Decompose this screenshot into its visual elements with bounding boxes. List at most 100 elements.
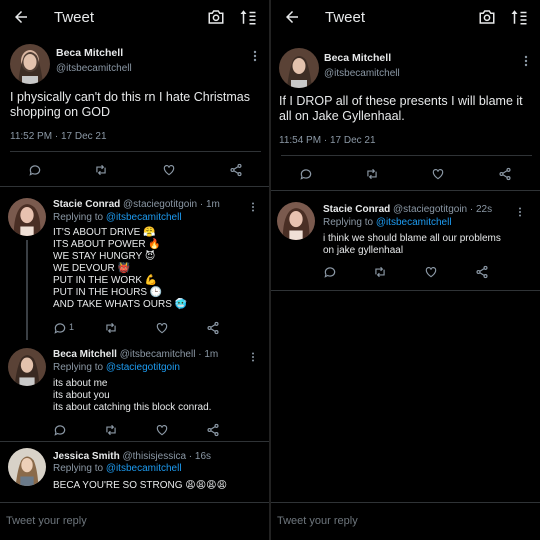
more-options-icon[interactable] (253, 50, 257, 62)
reply-actions (271, 262, 540, 282)
more-options-icon[interactable] (251, 352, 255, 362)
retweet-icon[interactable] (373, 265, 387, 279)
left-tweet-screen: Tweet Beca Mitchell @itsbecamitchell I p… (0, 0, 269, 540)
like-icon[interactable] (162, 163, 176, 177)
camera-icon[interactable] (207, 8, 225, 26)
share-icon[interactable] (229, 163, 243, 177)
retweet-icon[interactable] (365, 167, 379, 181)
like-icon[interactable] (424, 265, 438, 279)
divider (271, 290, 540, 291)
avatar[interactable] (279, 48, 319, 88)
reply-line: IT'S ABOUT DRIVE 😤 (53, 227, 156, 238)
author-handle[interactable]: @itsbecamitchell · 1m (120, 349, 219, 360)
reply-text: its about me its about you its about cat… (53, 378, 259, 414)
author-name[interactable]: Beca Mitchell (53, 349, 117, 360)
author-name[interactable]: Stacie Conrad (53, 199, 120, 210)
reply-text: BECA YOU'RE SO STRONG 😩😩😩😩 (53, 480, 259, 492)
reply-count: 1 (69, 322, 75, 332)
reply-line: AND TAKE WHATS OURS 🥶 (53, 299, 188, 310)
avatar[interactable] (8, 348, 46, 386)
tweet-text: I physically can't do this rn I hate Chr… (10, 90, 250, 119)
tweet-timestamp: 11:54 PM · 17 Dec 21 (279, 135, 376, 146)
mention-link[interactable]: @itsbecamitchell (376, 217, 452, 228)
tweet-actions (271, 164, 540, 184)
sort-icon[interactable] (510, 8, 528, 26)
page-title: Tweet (325, 9, 366, 26)
like-icon[interactable] (155, 321, 169, 335)
reply-icon[interactable] (53, 423, 67, 437)
camera-icon[interactable] (478, 8, 496, 26)
tweet-actions (0, 160, 269, 180)
reply-tweet[interactable]: Stacie Conrad @staciegotitgoin · 22s Rep… (271, 196, 540, 286)
reply-header: Stacie Conrad @staciegotitgoin · 1m (53, 199, 249, 210)
reply-text: i think we should blame all our problems… (323, 233, 530, 257)
share-icon[interactable] (206, 321, 220, 335)
more-options-icon[interactable] (251, 202, 255, 212)
tweet-text: If I DROP all of these presents I will b… (279, 94, 523, 123)
author-name[interactable]: Beca Mitchell (324, 52, 391, 64)
reply-input[interactable]: Tweet your reply (6, 515, 87, 527)
reply-input[interactable]: Tweet your reply (277, 515, 358, 527)
reply-line: WE STAY HUNGRY 😈 (53, 251, 156, 262)
avatar[interactable] (8, 448, 46, 486)
avatar[interactable] (277, 202, 315, 240)
author-name[interactable]: Beca Mitchell (56, 47, 123, 59)
reply-icon[interactable] (323, 265, 337, 279)
divider (10, 151, 261, 152)
mention-link[interactable]: @staciegotitgoin (106, 362, 180, 373)
retweet-icon[interactable] (94, 163, 108, 177)
reply-icon[interactable] (28, 163, 42, 177)
replying-to: Replying to @itsbecamitchell (53, 463, 182, 474)
reply-line: its about catching this block conrad. (53, 402, 212, 413)
avatar[interactable] (10, 44, 50, 84)
sort-icon[interactable] (239, 8, 257, 26)
reply-line: WE DEVOUR 👹 (53, 263, 130, 274)
replying-prefix: Replying to (53, 212, 106, 223)
author-handle[interactable]: @itsbecamitchell (56, 63, 132, 74)
reply-header: Jessica Smith @thisisjessica · 16s (53, 451, 249, 462)
author-name[interactable]: Jessica Smith (53, 451, 120, 462)
share-icon[interactable] (475, 265, 489, 279)
reply-icon[interactable] (53, 321, 67, 335)
compose-bar[interactable]: Tweet your reply (271, 502, 540, 540)
mention-link[interactable]: @itsbecamitchell (106, 212, 182, 223)
reply-tweet[interactable]: Jessica Smith @thisisjessica · 16s Reply… (0, 442, 269, 502)
author-name[interactable]: Stacie Conrad (323, 204, 390, 215)
reply-actions: 1 (0, 318, 269, 338)
like-icon[interactable] (431, 167, 445, 181)
reply-icon[interactable] (299, 167, 313, 181)
like-icon[interactable] (155, 423, 169, 437)
back-arrow-icon[interactable] (12, 8, 30, 26)
replying-prefix: Replying to (53, 362, 106, 373)
right-tweet-screen: Tweet Beca Mitchell @itsbecamitchell If … (271, 0, 540, 540)
reply-tweet[interactable]: Beca Mitchell @itsbecamitchell · 1m Repl… (0, 340, 269, 440)
divider (271, 190, 540, 191)
mention-link[interactable]: @itsbecamitchell (106, 463, 182, 474)
reply-tweet[interactable]: Stacie Conrad @staciegotitgoin · 1m Repl… (0, 190, 269, 345)
replying-to: Replying to @itsbecamitchell (323, 217, 452, 228)
page-title: Tweet (54, 9, 95, 26)
reply-line: ITS ABOUT POWER 🔥 (53, 239, 161, 250)
author-handle[interactable]: @itsbecamitchell (324, 68, 400, 79)
author-handle[interactable]: @thisisjessica · 16s (123, 451, 212, 462)
more-options-icon[interactable] (518, 207, 522, 217)
header: Tweet (0, 0, 269, 36)
retweet-icon[interactable] (104, 423, 118, 437)
replying-to: Replying to @itsbecamitchell (53, 212, 182, 223)
compose-bar[interactable]: Tweet your reply (0, 502, 269, 540)
replying-to: Replying to @staciegotitgoin (53, 362, 180, 373)
reply-line: i think we should blame all our problems (323, 233, 501, 244)
share-icon[interactable] (498, 167, 512, 181)
share-icon[interactable] (206, 423, 220, 437)
author-handle[interactable]: @staciegotitgoin · 1m (123, 199, 220, 210)
divider (0, 186, 269, 187)
author-handle[interactable]: @staciegotitgoin · 22s (393, 204, 492, 215)
reply-text: IT'S ABOUT DRIVE 😤 ITS ABOUT POWER 🔥 WE … (53, 227, 259, 311)
more-options-icon[interactable] (524, 55, 528, 67)
avatar[interactable] (8, 198, 46, 236)
replying-prefix: Replying to (323, 217, 376, 228)
back-arrow-icon[interactable] (283, 8, 301, 26)
retweet-icon[interactable] (104, 321, 118, 335)
reply-header: Stacie Conrad @staciegotitgoin · 22s (323, 204, 520, 215)
reply-actions (0, 420, 269, 440)
